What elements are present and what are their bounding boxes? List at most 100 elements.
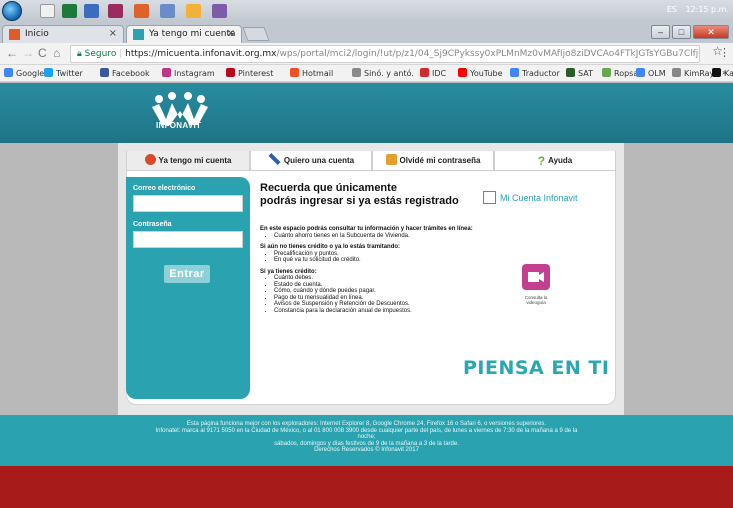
monitor-icon — [483, 191, 496, 204]
tab-label: Ayuda — [548, 156, 573, 165]
bookmark-item[interactable]: Hotmail — [290, 68, 333, 78]
headline-line-1: Recuerda que únicamente — [260, 182, 397, 194]
url-host: https://micuenta.infonavit.org.mx — [125, 49, 277, 59]
list-item: Constancia para la declaración anual de … — [274, 308, 500, 315]
bookmark-label: Google — [16, 69, 45, 78]
bookmark-item[interactable]: Sinó. y antó. — [352, 68, 414, 78]
tab-label: Olvidé mi contraseña — [399, 156, 481, 165]
bookmark-icon — [4, 68, 13, 77]
taskbar-explorer-icon[interactable] — [84, 4, 99, 18]
maximize-button[interactable]: □ — [672, 25, 691, 39]
forward-arrow-icon[interactable]: → — [22, 46, 34, 60]
bookmark-label: Hotmail — [302, 69, 334, 78]
password-field[interactable] — [133, 231, 243, 248]
bookmark-item[interactable]: IDC — [420, 68, 446, 78]
bookmark-item[interactable]: Traductor — [510, 68, 560, 78]
lock-icon: 🔒︎ — [77, 49, 85, 59]
favicon-icon — [133, 29, 144, 40]
taskbar-app-icon[interactable] — [108, 4, 123, 18]
bookmark-label: SAT — [578, 69, 593, 78]
bookmark-label: OLM — [648, 69, 666, 78]
question-icon: ? — [537, 154, 546, 168]
bookmark-icon — [712, 68, 721, 77]
bookmarks-more-button[interactable]: » — [722, 68, 727, 77]
bookmark-item[interactable]: Pinterest — [226, 68, 273, 78]
tab-quiero-cuenta[interactable]: Quiero una cuenta — [250, 151, 372, 171]
tab-ya-tengo-cuenta[interactable]: Ya tengo mi cuenta — [126, 151, 250, 171]
footer-copyright: Derechos Reservados © Infonavit 2017 — [314, 447, 419, 453]
bookmark-label: IDC — [432, 69, 447, 78]
tab-ayuda[interactable]: ? Ayuda — [494, 151, 616, 171]
close-tab-icon[interactable]: × — [227, 28, 235, 39]
bookmark-icon — [44, 68, 53, 77]
infonavit-logo[interactable] — [150, 91, 212, 137]
bookmark-icon — [672, 68, 681, 77]
bookmark-label: KimRay — [684, 69, 715, 78]
site-footer: Esta página funciona mejor con los explo… — [0, 415, 733, 466]
reload-icon[interactable]: C — [38, 46, 47, 60]
url-input[interactable]: 🔒︎ Seguro | https://micuenta.infonavit.o… — [70, 45, 700, 63]
tab-ya-tengo-mi-cuenta[interactable]: Ya tengo mi cuenta × — [126, 25, 242, 43]
tab-olvide-contrasena[interactable]: Olvidé mi contraseña — [372, 151, 494, 171]
favicon-icon — [9, 29, 20, 40]
bookmark-icon — [290, 68, 299, 77]
bookmark-icon — [636, 68, 645, 77]
bookmark-label: Facebook — [112, 69, 150, 78]
bookmark-item[interactable]: OLM — [636, 68, 666, 78]
minimize-button[interactable]: – — [651, 25, 670, 39]
login-form: Correo electrónico Contraseña Entrar — [126, 177, 250, 399]
bookmark-item[interactable]: YouTube — [458, 68, 503, 78]
home-icon[interactable]: ⌂ — [53, 46, 60, 60]
taskbar-app5-icon[interactable] — [212, 4, 227, 18]
email-label: Correo electrónico — [133, 185, 196, 192]
bookmark-item[interactable]: SAT — [566, 68, 593, 78]
video-caption[interactable]: Consulta la videoguía — [518, 295, 554, 305]
video-icon[interactable] — [522, 264, 550, 290]
tab-label: Quiero una cuenta — [283, 156, 355, 165]
bookmark-label: Pinterest — [238, 69, 274, 78]
taskbar-excel-icon[interactable] — [62, 4, 77, 18]
headline-line-2: podrás ingresar si ya estás registrado — [260, 195, 459, 207]
brand-label: Mi Cuenta Infonavit — [500, 193, 578, 203]
bookmark-icon — [566, 68, 575, 77]
browser-menu-icon[interactable]: ⋮ — [719, 46, 730, 59]
bookmark-icon — [458, 68, 467, 77]
tray-language[interactable]: ES — [667, 5, 677, 14]
windows-taskbar: ES 12:15 p.m. — [0, 0, 733, 22]
bookmark-item[interactable]: Ropsa — [602, 68, 638, 78]
tab-label: Ya tengo mi cuenta — [149, 29, 236, 39]
bookmark-item[interactable]: Facebook — [100, 68, 150, 78]
bookmark-item[interactable]: KimRay — [672, 68, 714, 78]
section-2-list: Precalificación y puntos.En qué va tu so… — [274, 251, 500, 264]
pencil-icon — [268, 152, 281, 166]
new-tab-button[interactable] — [242, 27, 270, 41]
start-button[interactable] — [2, 1, 22, 21]
system-tray: ES 12:15 p.m. — [661, 5, 729, 14]
tab-inicio[interactable]: Inicio × — [2, 25, 124, 43]
taskbar-chrome-icon[interactable] — [40, 4, 55, 18]
tab-label: Ya tengo mi cuenta — [158, 156, 232, 165]
taskbar-app4-icon[interactable] — [186, 4, 201, 18]
bookmark-icon — [420, 68, 429, 77]
user-icon — [144, 154, 156, 165]
bookmark-item[interactable]: Google — [4, 68, 44, 78]
bookmarks-bar: Google Twitter Facebook Instagram Pinterest H… — [0, 65, 733, 82]
close-window-button[interactable]: ✕ — [693, 25, 729, 39]
bookmark-icon — [100, 68, 109, 77]
bookmark-icon — [510, 68, 519, 77]
tray-clock[interactable]: 12:15 p.m. — [685, 5, 729, 14]
email-field[interactable] — [133, 195, 243, 212]
back-arrow-icon[interactable]: ← — [6, 46, 18, 60]
taskbar-app3-icon[interactable] — [160, 4, 175, 18]
enter-button[interactable]: Entrar — [164, 265, 210, 283]
bookmark-label: Traductor — [522, 69, 560, 78]
browser-tab-bar: Inicio × Ya tengo mi cuenta × – □ ✕ — [0, 22, 733, 43]
footer-band — [0, 466, 733, 508]
bookmark-label: YouTube — [470, 69, 503, 78]
password-label: Contraseña — [133, 221, 172, 228]
bookmark-item[interactable]: Twitter — [44, 68, 83, 78]
info-text: En este espacio podrás consultar tu info… — [260, 226, 500, 314]
bookmark-item[interactable]: Instagram — [162, 68, 215, 78]
taskbar-app2-icon[interactable] — [134, 4, 149, 18]
close-tab-icon[interactable]: × — [109, 28, 117, 39]
